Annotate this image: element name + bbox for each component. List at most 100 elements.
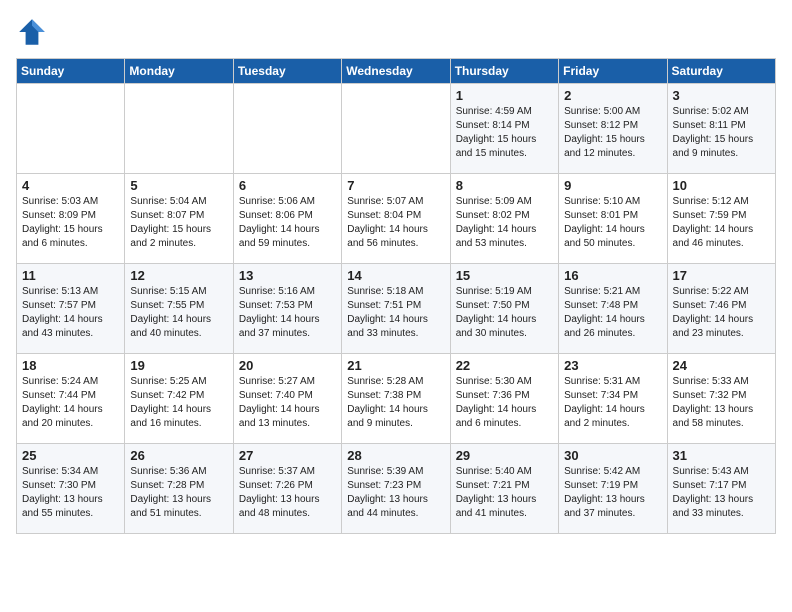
calendar-cell: 6 Sunrise: 5:06 AM Sunset: 8:06 PM Daylig…: [233, 174, 341, 264]
day-number: 2: [564, 88, 661, 103]
weekday-header-saturday: Saturday: [667, 59, 775, 84]
day-number: 27: [239, 448, 336, 463]
logo-icon: [16, 16, 48, 48]
day-number: 24: [673, 358, 770, 373]
day-number: 7: [347, 178, 444, 193]
day-info: Sunrise: 5:43 AM Sunset: 7:17 PM Dayligh…: [673, 465, 770, 521]
calendar-cell: 2 Sunrise: 5:00 AM Sunset: 8:12 PM Daylig…: [559, 84, 667, 174]
calendar-cell: 27 Sunrise: 5:37 AM Sunset: 7:26 PM Dayli…: [233, 444, 341, 534]
day-number: 12: [130, 268, 227, 283]
weekday-header-tuesday: Tuesday: [233, 59, 341, 84]
day-info: Sunrise: 5:27 AM Sunset: 7:40 PM Dayligh…: [239, 375, 336, 431]
day-number: 1: [456, 88, 553, 103]
day-number: 6: [239, 178, 336, 193]
day-info: Sunrise: 5:04 AM Sunset: 8:07 PM Dayligh…: [130, 195, 227, 251]
weekday-header-row: SundayMondayTuesdayWednesdayThursdayFrid…: [17, 59, 776, 84]
calendar-cell: 13 Sunrise: 5:16 AM Sunset: 7:53 PM Dayli…: [233, 264, 341, 354]
day-info: Sunrise: 5:19 AM Sunset: 7:50 PM Dayligh…: [456, 285, 553, 341]
calendar-week-row: 11 Sunrise: 5:13 AM Sunset: 7:57 PM Dayli…: [17, 264, 776, 354]
calendar-cell: 15 Sunrise: 5:19 AM Sunset: 7:50 PM Dayli…: [450, 264, 558, 354]
day-info: Sunrise: 5:40 AM Sunset: 7:21 PM Dayligh…: [456, 465, 553, 521]
day-info: Sunrise: 5:06 AM Sunset: 8:06 PM Dayligh…: [239, 195, 336, 251]
day-number: 25: [22, 448, 119, 463]
day-info: Sunrise: 5:37 AM Sunset: 7:26 PM Dayligh…: [239, 465, 336, 521]
day-info: Sunrise: 5:09 AM Sunset: 8:02 PM Dayligh…: [456, 195, 553, 251]
day-info: Sunrise: 5:07 AM Sunset: 8:04 PM Dayligh…: [347, 195, 444, 251]
calendar-cell: 24 Sunrise: 5:33 AM Sunset: 7:32 PM Dayli…: [667, 354, 775, 444]
calendar-week-row: 25 Sunrise: 5:34 AM Sunset: 7:30 PM Dayli…: [17, 444, 776, 534]
calendar-cell: 1 Sunrise: 4:59 AM Sunset: 8:14 PM Daylig…: [450, 84, 558, 174]
day-info: Sunrise: 5:39 AM Sunset: 7:23 PM Dayligh…: [347, 465, 444, 521]
day-number: 8: [456, 178, 553, 193]
calendar-cell: 25 Sunrise: 5:34 AM Sunset: 7:30 PM Dayli…: [17, 444, 125, 534]
calendar-cell: 16 Sunrise: 5:21 AM Sunset: 7:48 PM Dayli…: [559, 264, 667, 354]
logo: [16, 16, 52, 48]
day-number: 26: [130, 448, 227, 463]
day-info: Sunrise: 5:21 AM Sunset: 7:48 PM Dayligh…: [564, 285, 661, 341]
day-number: 13: [239, 268, 336, 283]
day-info: Sunrise: 5:03 AM Sunset: 8:09 PM Dayligh…: [22, 195, 119, 251]
calendar-cell: 29 Sunrise: 5:40 AM Sunset: 7:21 PM Dayli…: [450, 444, 558, 534]
day-info: Sunrise: 5:15 AM Sunset: 7:55 PM Dayligh…: [130, 285, 227, 341]
calendar-cell: 19 Sunrise: 5:25 AM Sunset: 7:42 PM Dayli…: [125, 354, 233, 444]
calendar-cell: [233, 84, 341, 174]
calendar-week-row: 1 Sunrise: 4:59 AM Sunset: 8:14 PM Daylig…: [17, 84, 776, 174]
calendar-cell: 7 Sunrise: 5:07 AM Sunset: 8:04 PM Daylig…: [342, 174, 450, 264]
calendar-cell: 28 Sunrise: 5:39 AM Sunset: 7:23 PM Dayli…: [342, 444, 450, 534]
day-info: Sunrise: 5:31 AM Sunset: 7:34 PM Dayligh…: [564, 375, 661, 431]
calendar-cell: 14 Sunrise: 5:18 AM Sunset: 7:51 PM Dayli…: [342, 264, 450, 354]
day-info: Sunrise: 5:30 AM Sunset: 7:36 PM Dayligh…: [456, 375, 553, 431]
day-number: 23: [564, 358, 661, 373]
calendar-week-row: 4 Sunrise: 5:03 AM Sunset: 8:09 PM Daylig…: [17, 174, 776, 264]
day-info: Sunrise: 5:16 AM Sunset: 7:53 PM Dayligh…: [239, 285, 336, 341]
day-info: Sunrise: 5:18 AM Sunset: 7:51 PM Dayligh…: [347, 285, 444, 341]
calendar-cell: 20 Sunrise: 5:27 AM Sunset: 7:40 PM Dayli…: [233, 354, 341, 444]
day-number: 4: [22, 178, 119, 193]
day-number: 18: [22, 358, 119, 373]
day-number: 10: [673, 178, 770, 193]
day-number: 31: [673, 448, 770, 463]
calendar-cell: 21 Sunrise: 5:28 AM Sunset: 7:38 PM Dayli…: [342, 354, 450, 444]
calendar-cell: 10Sunrise: 5:12 AM Sunset: 7:59 PM Dayli…: [667, 174, 775, 264]
day-number: 28: [347, 448, 444, 463]
day-info: Sunrise: 5:13 AM Sunset: 7:57 PM Dayligh…: [22, 285, 119, 341]
calendar-cell: 11 Sunrise: 5:13 AM Sunset: 7:57 PM Dayli…: [17, 264, 125, 354]
calendar-cell: 17 Sunrise: 5:22 AM Sunset: 7:46 PM Dayli…: [667, 264, 775, 354]
calendar-cell: 26Sunrise: 5:36 AM Sunset: 7:28 PM Dayli…: [125, 444, 233, 534]
day-info: Sunrise: 5:00 AM Sunset: 8:12 PM Dayligh…: [564, 105, 661, 161]
calendar-cell: 22 Sunrise: 5:30 AM Sunset: 7:36 PM Dayli…: [450, 354, 558, 444]
day-number: 17: [673, 268, 770, 283]
calendar-cell: 12 Sunrise: 5:15 AM Sunset: 7:55 PM Dayli…: [125, 264, 233, 354]
day-number: 20: [239, 358, 336, 373]
day-number: 11: [22, 268, 119, 283]
day-info: Sunrise: 5:22 AM Sunset: 7:46 PM Dayligh…: [673, 285, 770, 341]
weekday-header-friday: Friday: [559, 59, 667, 84]
day-info: Sunrise: 5:25 AM Sunset: 7:42 PM Dayligh…: [130, 375, 227, 431]
day-info: Sunrise: 5:28 AM Sunset: 7:38 PM Dayligh…: [347, 375, 444, 431]
day-info: Sunrise: 5:24 AM Sunset: 7:44 PM Dayligh…: [22, 375, 119, 431]
day-number: 19: [130, 358, 227, 373]
calendar-cell: 30Sunrise: 5:42 AM Sunset: 7:19 PM Dayli…: [559, 444, 667, 534]
page-header: [16, 16, 776, 48]
day-number: 14: [347, 268, 444, 283]
day-number: 22: [456, 358, 553, 373]
day-number: 9: [564, 178, 661, 193]
calendar-cell: 3Sunrise: 5:02 AM Sunset: 8:11 PM Daylig…: [667, 84, 775, 174]
day-info: Sunrise: 5:10 AM Sunset: 8:01 PM Dayligh…: [564, 195, 661, 251]
day-info: Sunrise: 5:33 AM Sunset: 7:32 PM Dayligh…: [673, 375, 770, 431]
day-number: 21: [347, 358, 444, 373]
calendar-cell: 31 Sunrise: 5:43 AM Sunset: 7:17 PM Dayli…: [667, 444, 775, 534]
day-info: Sunrise: 4:59 AM Sunset: 8:14 PM Dayligh…: [456, 105, 553, 161]
calendar-cell: [17, 84, 125, 174]
day-number: 15: [456, 268, 553, 283]
day-number: 29: [456, 448, 553, 463]
calendar-cell: 18 Sunrise: 5:24 AM Sunset: 7:44 PM Dayli…: [17, 354, 125, 444]
calendar-body: 1 Sunrise: 4:59 AM Sunset: 8:14 PM Daylig…: [17, 84, 776, 534]
day-info: Sunrise: 5:34 AM Sunset: 7:30 PM Dayligh…: [22, 465, 119, 521]
calendar-cell: 8 Sunrise: 5:09 AM Sunset: 8:02 PM Daylig…: [450, 174, 558, 264]
day-number: 5: [130, 178, 227, 193]
weekday-header-wednesday: Wednesday: [342, 59, 450, 84]
day-number: 16: [564, 268, 661, 283]
calendar-table: SundayMondayTuesdayWednesdayThursdayFrid…: [16, 58, 776, 534]
calendar-cell: [125, 84, 233, 174]
